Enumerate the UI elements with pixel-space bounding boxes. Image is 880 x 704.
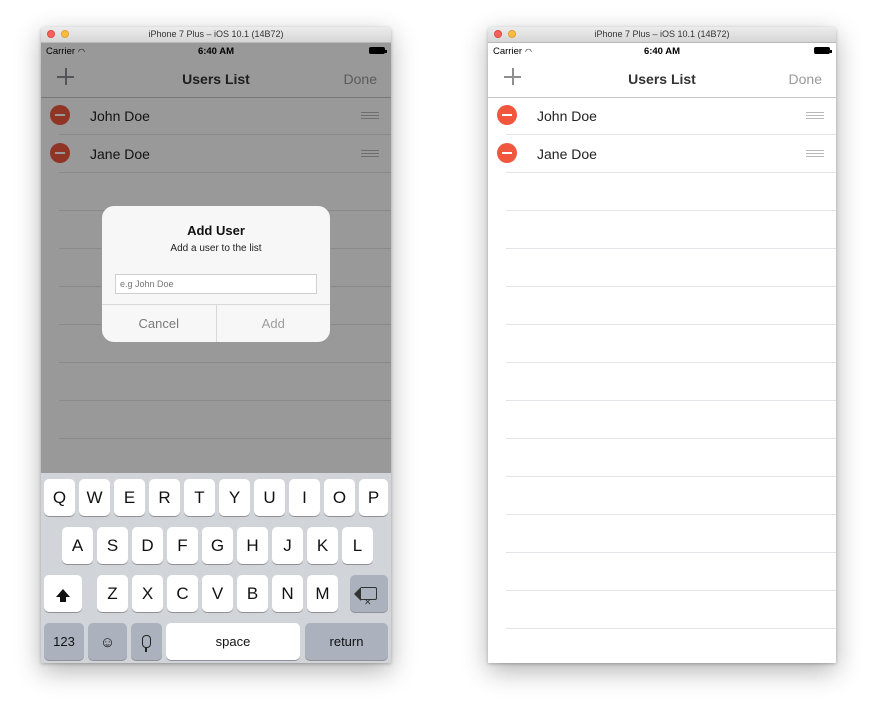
space-key[interactable]: space (166, 623, 300, 660)
empty-row (506, 211, 836, 249)
backspace-key[interactable] (350, 575, 388, 621)
table-row[interactable]: John Doe (497, 97, 836, 135)
keyboard-row-4: 123 ☺ space return (41, 623, 391, 660)
phone-screen: Carrier ◠ 6:40 AM Users List Done John Do… (41, 43, 391, 663)
simulator-titlebar: iPhone 7 Plus – iOS 10.1 (14B72) (488, 27, 836, 43)
user-name-input[interactable] (115, 274, 317, 294)
empty-row (506, 287, 836, 325)
key-p[interactable]: P (359, 479, 388, 516)
keyboard-row-1: Q W E R T Y U I O P (41, 479, 391, 516)
key-e[interactable]: E (114, 479, 145, 516)
empty-row (506, 173, 836, 211)
key-q[interactable]: Q (44, 479, 75, 516)
empty-row (506, 477, 836, 515)
add-button[interactable]: Add (217, 305, 331, 342)
navigation-bar: Users List Done (488, 60, 836, 98)
close-window-icon[interactable] (494, 30, 502, 38)
minimize-window-icon[interactable] (61, 30, 69, 38)
simulator-titlebar: iPhone 7 Plus – iOS 10.1 (14B72) (41, 27, 391, 43)
close-window-icon[interactable] (47, 30, 55, 38)
emoji-key[interactable]: ☺ (88, 623, 127, 660)
key-j[interactable]: J (272, 527, 303, 564)
user-name: Jane Doe (537, 146, 597, 162)
status-time: 6:40 AM (643, 46, 681, 57)
key-c[interactable]: C (167, 575, 198, 612)
key-f[interactable]: F (167, 527, 198, 564)
key-u[interactable]: U (254, 479, 285, 516)
key-o[interactable]: O (324, 479, 355, 516)
keyboard-row-2: A S D F G H J K L (41, 527, 391, 564)
status-bar: Carrier ◠ 6:40 AM (488, 43, 836, 60)
battery-icon (814, 47, 832, 54)
key-a[interactable]: A (62, 527, 93, 564)
alert-buttons: Cancel Add (102, 304, 330, 342)
empty-row (506, 439, 836, 477)
key-y[interactable]: Y (219, 479, 250, 516)
key-g[interactable]: G (202, 527, 233, 564)
empty-row (506, 363, 836, 401)
done-button[interactable]: Done (789, 71, 822, 87)
empty-row (506, 553, 836, 591)
dictation-key[interactable] (131, 623, 162, 660)
alert-title: Add User (187, 223, 245, 238)
key-r[interactable]: R (149, 479, 180, 516)
device-title: iPhone 7 Plus – iOS 10.1 (14B72) (594, 29, 730, 39)
key-s[interactable]: S (97, 527, 128, 564)
key-d[interactable]: D (132, 527, 163, 564)
microphone-icon (142, 635, 151, 652)
add-user-alert: Add User Add a user to the list Cancel A… (102, 206, 330, 342)
key-l[interactable]: L (342, 527, 373, 564)
shift-key[interactable] (44, 575, 82, 612)
reorder-handle-icon[interactable] (806, 112, 824, 119)
return-key[interactable]: return (305, 623, 388, 660)
device-title: iPhone 7 Plus – iOS 10.1 (14B72) (148, 29, 284, 39)
empty-row (506, 629, 836, 663)
keyboard-row-3: Z X C V B N M (41, 575, 391, 621)
cancel-button[interactable]: Cancel (102, 305, 217, 342)
key-z[interactable]: Z (97, 575, 128, 612)
key-n[interactable]: N (272, 575, 303, 612)
reorder-handle-icon[interactable] (806, 150, 824, 157)
table-row[interactable]: Jane Doe (497, 135, 836, 173)
empty-row (506, 401, 836, 439)
empty-row (506, 325, 836, 363)
numbers-key[interactable]: 123 (44, 623, 84, 660)
user-name: John Doe (537, 108, 597, 124)
simulator-window-left: iPhone 7 Plus – iOS 10.1 (14B72) Carrier… (41, 27, 391, 663)
key-v[interactable]: V (202, 575, 233, 612)
key-k[interactable]: K (307, 527, 338, 564)
key-h[interactable]: H (237, 527, 268, 564)
delete-icon[interactable] (497, 105, 517, 125)
key-m[interactable]: M (307, 575, 338, 612)
page-title: Users List (628, 71, 696, 87)
minimize-window-icon[interactable] (508, 30, 516, 38)
users-table: John Doe Jane Doe (488, 97, 836, 663)
phone-screen: Carrier ◠ 6:40 AM Users List Done John Do… (488, 43, 836, 663)
emoji-icon: ☺ (99, 634, 116, 651)
key-x[interactable]: X (132, 575, 163, 612)
key-t[interactable]: T (184, 479, 215, 516)
alert-message: Add a user to the list (170, 243, 262, 254)
empty-row (506, 249, 836, 287)
empty-row (506, 591, 836, 629)
delete-icon[interactable] (497, 143, 517, 163)
keyboard: Q W E R T Y U I O P A S D F G H J K L Z … (41, 473, 391, 663)
key-w[interactable]: W (79, 479, 110, 516)
key-i[interactable]: I (289, 479, 320, 516)
empty-row (506, 515, 836, 553)
key-b[interactable]: B (237, 575, 268, 612)
simulator-window-right: iPhone 7 Plus – iOS 10.1 (14B72) Carrier… (488, 27, 836, 663)
backspace-icon (354, 584, 377, 621)
shift-icon (56, 589, 70, 602)
